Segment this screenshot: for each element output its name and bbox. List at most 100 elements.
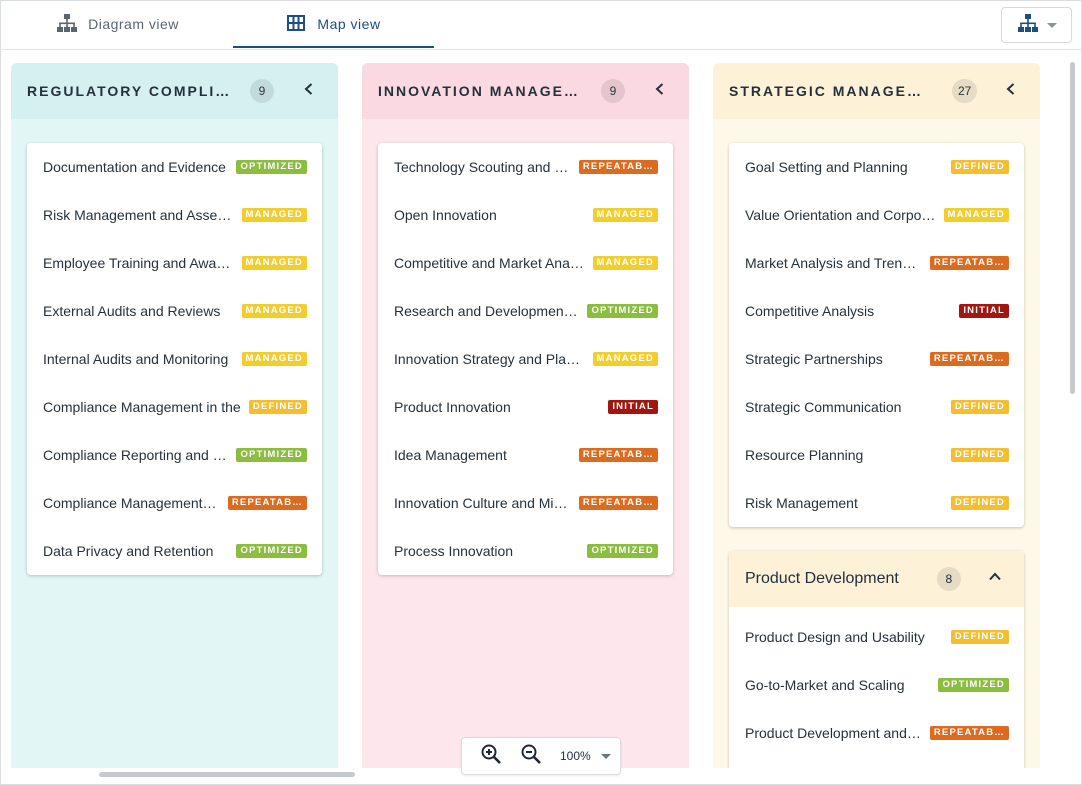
maturity-badge: MANAGED	[241, 352, 307, 366]
maturity-badge: DEFINED	[950, 496, 1009, 510]
collapse-column-button[interactable]	[649, 80, 671, 102]
capability-label: Risk Management	[745, 495, 858, 511]
capability-label: Product Innovation	[394, 399, 511, 415]
capability-label: Open Innovation	[394, 207, 497, 223]
list-item[interactable]: Risk Management DEFINED	[729, 479, 1024, 527]
list-item[interactable]: Risk Management and Assessment MANAGED	[27, 191, 322, 239]
maturity-badge: REPEATAB…	[578, 160, 658, 174]
capability-label: Product Development and Innovation	[745, 725, 930, 741]
org-chart-icon	[1017, 12, 1039, 39]
collapse-column-button[interactable]	[1000, 80, 1022, 102]
column-header: STRATEGIC MANAGEMENT 27	[713, 63, 1040, 119]
maturity-badge: MANAGED	[592, 208, 658, 222]
list-item[interactable]: Research and Development ManagementOPTIM…	[378, 287, 673, 335]
capability-label: External Audits and Reviews	[43, 303, 221, 319]
capability-label: Documentation and Evidence	[43, 159, 226, 175]
list-item[interactable]: Compliance Management in the DEFINED	[27, 383, 322, 431]
capability-label: Process Innovation	[394, 543, 514, 559]
list-item[interactable]: Value Orientation and Corporate CultureM…	[729, 191, 1024, 239]
zoom-out-icon	[520, 743, 542, 770]
list-item[interactable]: Innovation Strategy and Planning MANAGED	[378, 335, 673, 383]
capability-label: Data Privacy and Retention	[43, 543, 214, 559]
hierarchy-icon	[56, 12, 78, 37]
collapse-column-button[interactable]	[298, 80, 320, 102]
maturity-badge: REPEATAB…	[578, 448, 658, 462]
capability-label: Risk Management and Assessment	[43, 207, 242, 223]
list-item[interactable]: Data Privacy and Retention OPTIMIZED	[27, 527, 322, 575]
view-switcher-button[interactable]	[1001, 7, 1072, 43]
maturity-badge: MANAGED	[241, 304, 307, 318]
maturity-badge: OPTIMIZED	[236, 544, 307, 558]
list-item[interactable]: Product Innovation INITIAL	[378, 383, 673, 431]
view-tab-bar: Diagram view Map view	[0, 0, 1082, 50]
maturity-badge: REPEATAB…	[929, 256, 1009, 270]
capability-label: Strategic Partnerships	[745, 351, 883, 367]
list-item[interactable]: Compliance Management SystemREPEATAB…	[27, 479, 322, 527]
list-item[interactable]: Resource Planning DEFINED	[729, 431, 1024, 479]
column-title: REGULATORY COMPLIANCE	[27, 83, 232, 99]
column-header: REGULATORY COMPLIANCE 9	[11, 63, 338, 119]
capability-column: INNOVATION MANAGEMENT 9 Technology Scoutin…	[362, 63, 689, 768]
capability-label: Innovation Strategy and Planning	[394, 351, 593, 367]
list-item[interactable]: Process Innovation OPTIMIZED	[378, 527, 673, 575]
capability-label: Strategic Communication	[745, 399, 902, 415]
tab-diagram-view[interactable]: Diagram view	[30, 0, 205, 48]
capability-label: Research and Development Management	[394, 303, 587, 319]
list-item[interactable]: Competitive and Market Analysis MANAGED	[378, 239, 673, 287]
capability-label: Compliance Management System	[43, 495, 228, 511]
maturity-badge: DEFINED	[950, 160, 1009, 174]
list-item[interactable]: Goal Setting and Planning DEFINED	[729, 143, 1024, 191]
capability-label: Competitive and Market Analysis	[394, 255, 593, 271]
list-item[interactable]: Innovation Culture and Mindset REPEATAB…	[378, 479, 673, 527]
capability-label: Value Orientation and Corporate Culture	[745, 207, 944, 223]
capability-card: Documentation and Evidence OPTIMIZED Risk …	[27, 143, 322, 575]
horizontal-scrollbar[interactable]	[99, 772, 355, 777]
chevron-down-icon	[600, 753, 611, 759]
zoom-out-button[interactable]	[518, 743, 544, 769]
list-item[interactable]: Technology Scouting and MonitoringREPEAT…	[378, 143, 673, 191]
active-tab-indicator	[233, 46, 434, 48]
list-item[interactable]: External Audits and Reviews MANAGED	[27, 287, 322, 335]
chevron-left-icon	[302, 82, 316, 101]
maturity-badge: MANAGED	[943, 208, 1009, 222]
collapse-subgroup-button[interactable]	[984, 568, 1006, 590]
zoom-level-select[interactable]: 100%	[560, 749, 611, 763]
zoom-in-button[interactable]	[478, 743, 504, 769]
capability-label: Innovation Culture and Mindset	[394, 495, 579, 511]
maturity-badge: DEFINED	[248, 400, 307, 414]
list-item[interactable]: Internal Audits and Monitoring MANAGED	[27, 335, 322, 383]
column-title: STRATEGIC MANAGEMENT	[729, 83, 934, 99]
list-item[interactable]: Go-to-Market and Scaling OPTIMIZED	[729, 661, 1024, 709]
capability-label: Compliance Management in the	[43, 399, 241, 415]
tab-label: Diagram view	[88, 16, 179, 32]
list-item[interactable]: Market Analysis and Trend MonitoringREPE…	[729, 239, 1024, 287]
capability-label: Competitive Analysis	[745, 303, 875, 319]
capability-label: Goal Setting and Planning	[745, 159, 908, 175]
capability-label: Compliance Reporting and Documentation	[43, 447, 237, 463]
maturity-badge: INITIAL	[608, 400, 658, 414]
capability-label: Idea Management	[394, 447, 507, 463]
maturity-badge: MANAGED	[241, 256, 307, 270]
list-item[interactable]: Compliance Reporting and DocumentationOP…	[27, 431, 322, 479]
item-count-badge: 27	[952, 79, 978, 103]
list-item[interactable]: Employee Training and Awareness MANAGED	[27, 239, 322, 287]
list-item[interactable]: Competitive Analysis INITIAL	[729, 287, 1024, 335]
list-item[interactable]: Open Innovation MANAGED	[378, 191, 673, 239]
maturity-badge: OPTIMIZED	[938, 678, 1009, 692]
maturity-badge: REPEATAB…	[929, 352, 1009, 366]
subgroup-header[interactable]: Product Development 8	[729, 551, 1024, 607]
maturity-badge: OPTIMIZED	[587, 544, 658, 558]
list-item[interactable]: Product Design and Usability DEFINED	[729, 613, 1024, 661]
maturity-badge: OPTIMIZED	[587, 304, 658, 318]
subgroup-card: Product Development 8 Product Design and U…	[729, 551, 1024, 768]
list-item[interactable]: Documentation and Evidence OPTIMIZED	[27, 143, 322, 191]
list-item[interactable]: Idea Management REPEATAB…	[378, 431, 673, 479]
vertical-scrollbar[interactable]	[1070, 62, 1075, 394]
list-item[interactable]: Strategic Communication DEFINED	[729, 383, 1024, 431]
tab-map-view[interactable]: Map view	[258, 0, 408, 48]
maturity-badge: MANAGED	[241, 208, 307, 222]
maturity-badge: DEFINED	[950, 400, 1009, 414]
list-item[interactable]: Strategic Partnerships REPEATAB…	[729, 335, 1024, 383]
list-item[interactable]: Product Development and InnovationREPEAT…	[729, 709, 1024, 757]
chevron-up-icon	[988, 570, 1002, 589]
